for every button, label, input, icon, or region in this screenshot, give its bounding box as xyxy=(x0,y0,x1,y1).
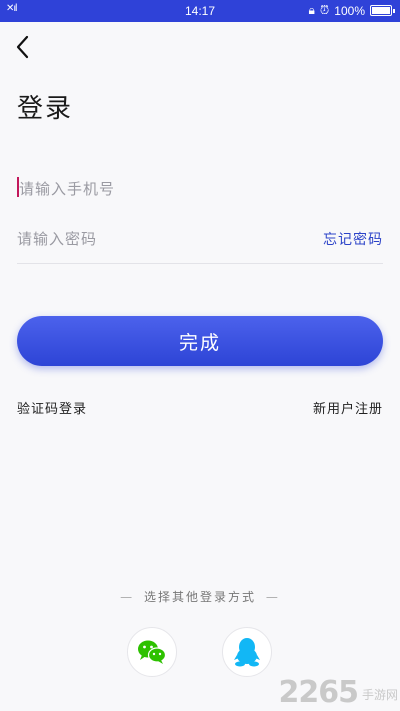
qq-icon xyxy=(234,638,260,667)
rotation-lock-icon: 🔒︎ xyxy=(308,3,315,17)
page-title: 登录 xyxy=(17,94,74,124)
forgot-password-link[interactable]: 忘记密码 xyxy=(323,229,383,249)
other-login-text: 选择其他登录方式 xyxy=(143,590,256,604)
wechat-icon xyxy=(138,640,167,664)
status-indicators: 🔒︎ ⏰︎ 100% xyxy=(308,3,395,18)
status-bar: ✕ıl 14:17 🔒︎ ⏰︎ 100% xyxy=(0,0,400,22)
chevron-left-icon xyxy=(16,35,29,59)
password-field: 忘记密码 xyxy=(17,214,383,264)
qq-login-button[interactable] xyxy=(222,627,272,677)
phone-field xyxy=(17,164,383,214)
back-button[interactable] xyxy=(12,32,36,62)
watermark-logo: 2265 手游网 xyxy=(278,678,398,708)
submit-button[interactable]: 完成 xyxy=(17,316,383,366)
alarm-icon: ⏰︎ xyxy=(319,3,330,17)
register-link[interactable]: 新用户注册 xyxy=(313,398,383,417)
watermark-number: 2265 xyxy=(278,675,358,710)
battery-percent: 100% xyxy=(334,3,365,18)
divider-right: — xyxy=(265,590,280,604)
battery-level xyxy=(372,7,390,14)
text-caret xyxy=(17,177,19,197)
divider-left: — xyxy=(120,590,135,604)
wechat-login-button[interactable] xyxy=(127,627,177,677)
sms-login-link[interactable]: 验证码登录 xyxy=(17,398,87,417)
phone-input[interactable] xyxy=(17,164,383,214)
watermark-text: 手游网 xyxy=(361,688,398,702)
battery-icon xyxy=(370,5,395,16)
other-login-label: — 选择其他登录方式 — xyxy=(0,588,400,605)
